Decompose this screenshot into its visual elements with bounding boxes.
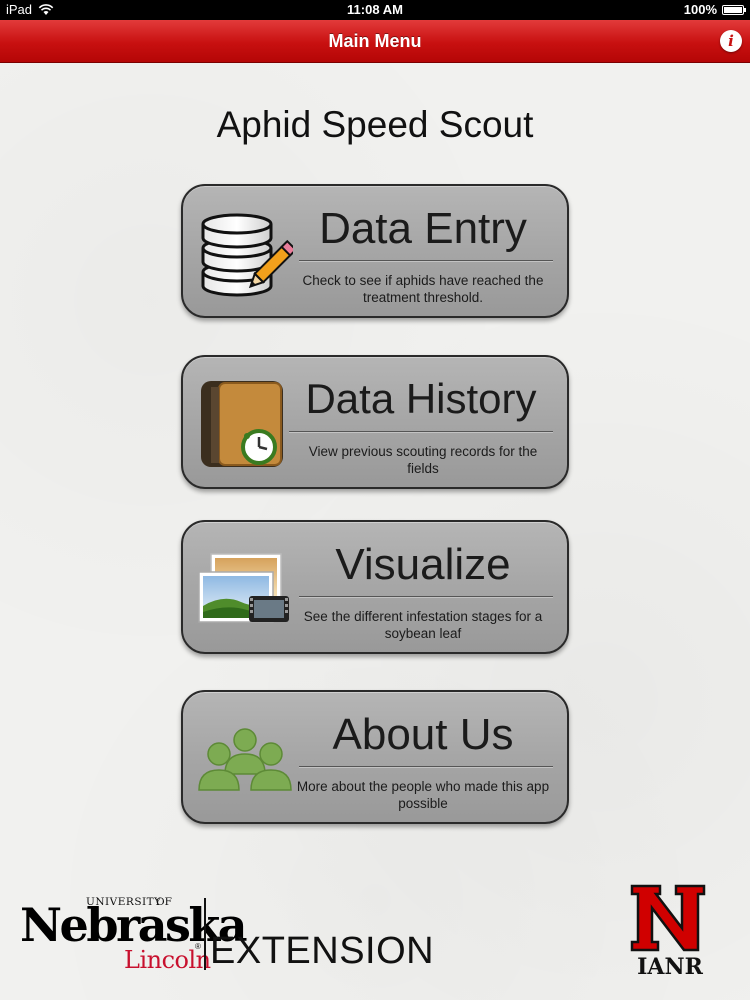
info-button[interactable]: i [720, 30, 742, 52]
divider [289, 431, 553, 432]
status-right: 100% [683, 0, 746, 20]
divider [299, 596, 553, 597]
ianr-logo: IANR [626, 882, 712, 982]
visualize-button[interactable]: Visualize See the different infestation … [181, 520, 569, 654]
data-history-button[interactable]: Data History View previous scouting reco… [181, 355, 569, 489]
status-bar: iPad 11:08 AM 100% [0, 0, 750, 20]
menu-description: View previous scouting records for the f… [308, 444, 538, 476]
about-us-button[interactable]: About Us More about the people who made … [181, 690, 569, 824]
battery-percent: 100% [683, 2, 717, 17]
unl-extension-text: EXTENSION [210, 930, 435, 972]
status-time: 11:08 AM [347, 2, 403, 17]
people-group-icon [198, 728, 292, 791]
app-title: Aphid Speed Scout [216, 104, 534, 145]
menu-description: More about the people who made this app … [296, 779, 550, 811]
menu-description: Check to see if aphids have reached the … [302, 273, 544, 305]
menu-label: Data History [305, 375, 537, 422]
ianr-text: IANR [637, 954, 703, 980]
menu-label: About Us [332, 710, 514, 759]
history-book-clock-icon [201, 381, 283, 467]
menu-label: Data Entry [319, 204, 527, 253]
battery-icon [722, 5, 746, 15]
registered-mark: ® [195, 942, 201, 951]
menu-description: See the different infestation stages for… [303, 609, 543, 641]
divider [299, 766, 553, 767]
menu-label: Visualize [335, 540, 511, 589]
unl-extension-logo: UNIVERSITY OF Nebraska Lincoln ® EXTENSI… [20, 890, 434, 980]
photos-icon [198, 553, 289, 623]
logo-divider [204, 898, 206, 970]
divider [299, 260, 553, 261]
nav-title: Main Menu [328, 31, 422, 51]
data-entry-button[interactable]: Data Entry Check to see if aphids have r… [181, 184, 569, 318]
database-pencil-icon [201, 213, 293, 297]
nebraska-n-icon [630, 884, 706, 952]
nav-bar: Main Menu i [0, 20, 750, 63]
